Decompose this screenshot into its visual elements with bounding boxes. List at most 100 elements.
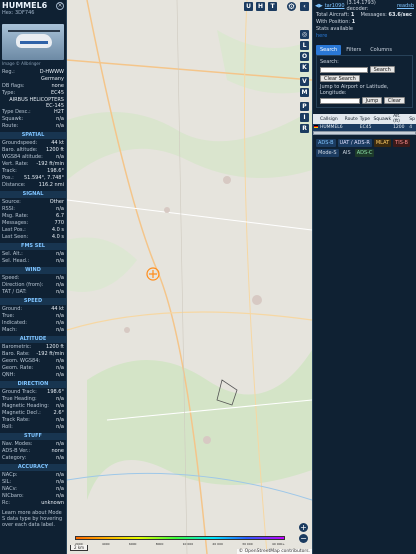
- info-value: Other: [49, 199, 64, 205]
- info-row-route: Route: n/a: [0, 123, 66, 130]
- map-canvas[interactable]: [67, 0, 312, 554]
- info-row: TAT / OAT: n/a: [0, 289, 66, 296]
- col-header-route[interactable]: Route: [343, 114, 359, 124]
- col-header-speed[interactable]: Sp: [408, 114, 416, 124]
- info-label: Rc:: [2, 500, 10, 506]
- info-row: Msg. Rate: 6.7: [0, 213, 66, 220]
- direction-rows: Ground Track: 198.6° True Heading: n/a Magne…: [0, 389, 66, 431]
- tab-filters[interactable]: Filters: [342, 45, 366, 55]
- stats-line-2: With Position: 1: [316, 19, 413, 26]
- reg-value[interactable]: D-HWWW: [40, 69, 64, 76]
- info-row: Distance: 116.2 nmi: [0, 182, 66, 189]
- map-button-p[interactable]: P: [300, 102, 309, 111]
- info-value: n/a: [56, 396, 64, 402]
- jump-input[interactable]: [320, 97, 360, 104]
- stats-line-1: Total Aircraft: 1 Messages: 63.6/sec: [316, 12, 413, 19]
- image-credit: Image © Allbringer: [2, 61, 41, 66]
- info-value: 198.6°: [47, 168, 64, 174]
- map-button-l[interactable]: L: [300, 41, 309, 50]
- altitude-rows: Barometric: 1200 ft Baro. Rate: -192 ft/min…: [0, 344, 66, 379]
- map-view[interactable]: U H T ⚙ ‹ ◎ L O K V M P I R + − 2000 400…: [67, 0, 312, 554]
- col-header-type[interactable]: Type: [358, 114, 373, 124]
- jump-button[interactable]: Jump: [361, 97, 383, 104]
- clear-button[interactable]: Clear: [383, 97, 405, 104]
- cell-squawk: [372, 124, 393, 131]
- info-row: NACp: n/a: [0, 472, 66, 479]
- info-label: Baro. Rate:: [2, 351, 30, 357]
- zoom-out-button[interactable]: −: [299, 534, 308, 543]
- zoom-in-button[interactable]: +: [299, 523, 308, 532]
- col-header-callsign[interactable]: Callsign: [319, 114, 344, 124]
- stats-link[interactable]: here: [316, 33, 413, 40]
- filter-adsb[interactable]: ADS-B: [316, 139, 336, 147]
- filter-ais[interactable]: AIS: [341, 149, 353, 157]
- search-input[interactable]: [320, 66, 368, 73]
- col-header-alt[interactable]: Alt. (ft): [392, 114, 409, 124]
- map-button-t[interactable]: T: [268, 2, 277, 11]
- info-label: Vert. Rate:: [2, 161, 29, 167]
- alt-label: 10 000: [182, 542, 194, 546]
- info-row: Baro. Rate: -192 ft/min: [0, 351, 66, 358]
- filter-modes[interactable]: Mode-S: [316, 149, 339, 157]
- aircraft-list-panel: ◀▶ tar1090 (3.14.1793) decoder: readsb T…: [312, 0, 416, 554]
- reg-label: Reg.:: [2, 69, 15, 75]
- map-button-u[interactable]: U: [244, 2, 253, 11]
- info-label: Pos.:: [2, 175, 14, 181]
- search-button[interactable]: Search: [369, 66, 395, 73]
- info-row: Barometric: 1200 ft: [0, 344, 66, 351]
- cell-route: [343, 124, 359, 131]
- map-button-v[interactable]: V: [300, 77, 309, 86]
- map-attribution[interactable]: © OpenStreetMap contributors.: [236, 549, 312, 554]
- table-row[interactable]: HUMMEL6 EC45 1200 4: [313, 124, 416, 131]
- info-value: n/a: [56, 493, 64, 499]
- info-label: Source:: [2, 199, 21, 205]
- map-button-k[interactable]: K: [300, 63, 309, 72]
- map-button-h[interactable]: H: [256, 2, 265, 11]
- info-row: Ground Track: 198.6°: [0, 389, 66, 396]
- map-button-o[interactable]: O: [300, 52, 309, 61]
- info-row-squawk: Squawk: n/a: [0, 116, 66, 123]
- version-link[interactable]: tar1090: [325, 3, 345, 9]
- search-box: Search: Search Clear Search Jump to Airp…: [316, 55, 413, 108]
- info-label: Msg. Rate:: [2, 213, 29, 219]
- info-row: Roll: n/a: [0, 424, 66, 431]
- info-value: 1200 ft: [46, 344, 64, 350]
- cell-type: EC45: [358, 124, 373, 131]
- dbflags-value: none: [51, 83, 64, 89]
- info-value: 4.0 s: [51, 227, 64, 233]
- info-value: n/a: [56, 441, 64, 447]
- collapse-sidebar-icon[interactable]: ‹: [300, 2, 309, 11]
- filter-uat-adsr[interactable]: UAT / ADS-R: [337, 139, 372, 147]
- compass-icon[interactable]: ◎: [300, 30, 309, 39]
- clear-search-button[interactable]: Clear Search: [320, 75, 360, 82]
- alt-label: 20 000: [212, 542, 223, 546]
- tab-columns[interactable]: Columns: [366, 45, 396, 55]
- expand-arrows-icon[interactable]: ◀▶: [315, 3, 323, 9]
- filter-adsc[interactable]: ADS-C: [354, 149, 375, 157]
- tab-search[interactable]: Search: [316, 45, 342, 55]
- settings-gear-icon[interactable]: ⚙: [287, 2, 296, 11]
- info-value: n/a: [56, 282, 64, 288]
- decoder-status[interactable]: readsb: [397, 3, 414, 9]
- altitude-colorbar-labels: 2000 4000 6000 8000 10 000 20 000 30 000…: [75, 542, 285, 546]
- filter-mlat[interactable]: MLAT: [373, 139, 392, 147]
- info-label: QNH:: [2, 372, 16, 378]
- info-value: n/a: [56, 417, 64, 423]
- panel-tabs: Search Filters Columns: [316, 45, 413, 55]
- filter-tisb[interactable]: TIS-B: [393, 139, 410, 147]
- section-signal: SIGNAL: [0, 191, 66, 198]
- map-button-i[interactable]: I: [300, 113, 309, 122]
- aircraft-photo[interactable]: [2, 24, 64, 60]
- map-button-m[interactable]: M: [300, 88, 309, 97]
- stats-available: Stats available: [316, 26, 353, 32]
- version-bar: ◀▶ tar1090 (3.14.1793) decoder: readsb: [313, 0, 416, 12]
- info-label: Magnetic Decl.:: [2, 410, 41, 416]
- map-button-r[interactable]: R: [300, 124, 309, 133]
- close-icon[interactable]: ×: [56, 2, 64, 10]
- col-header-squawk[interactable]: Squawk: [372, 114, 393, 124]
- info-value: n/a: [56, 486, 64, 492]
- info-label: Distance:: [2, 182, 26, 188]
- version-detail: (3.14.1793) decoder:: [346, 0, 376, 12]
- info-row: NACv: n/a: [0, 486, 66, 493]
- info-value: n/a: [56, 289, 64, 295]
